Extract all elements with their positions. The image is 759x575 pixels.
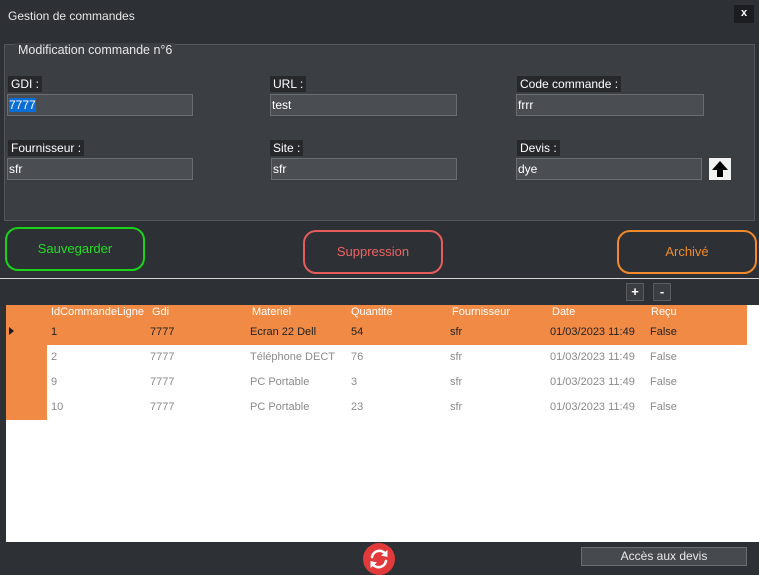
table-cell: 1	[51, 326, 58, 338]
title-bar: Gestion de commandes x	[0, 0, 759, 32]
table-cell: 01/03/2023 11:49	[550, 376, 635, 388]
table-cell: False	[650, 376, 677, 388]
table-cell: 54	[351, 326, 364, 338]
code-commande-label: Code commande :	[517, 76, 622, 92]
table-cell: PC Portable	[250, 401, 310, 413]
site-label: Site :	[270, 140, 304, 156]
table-cell: 01/03/2023 11:49	[550, 326, 635, 338]
fournisseur-label: Fournisseur :	[8, 140, 85, 156]
table-row[interactable]: 2 7777 Téléphone DECT 76 sfr 01/03/2023 …	[47, 345, 747, 370]
table-cell: 7777	[150, 376, 175, 388]
table-cell: 2	[51, 351, 58, 363]
add-row-button[interactable]: +	[626, 283, 644, 301]
upload-devis-button[interactable]	[708, 157, 732, 181]
row-pointer-icon	[9, 327, 14, 335]
table-row[interactable]: 1 7777 Ecran 22 Dell 54 sfr 01/03/2023 1…	[47, 320, 747, 345]
table-cell: False	[650, 326, 677, 338]
table-cell: Ecran 22 Dell	[250, 326, 317, 338]
order-lines-grid[interactable]: IdCommandeLigne Gdi Materiel Quantite Fo…	[6, 305, 759, 542]
column-header[interactable]: Fournisseur	[452, 306, 510, 318]
site-field[interactable]: sfr	[271, 158, 457, 180]
column-header[interactable]: Reçu	[651, 306, 677, 318]
table-cell: sfr	[450, 401, 463, 413]
table-cell: PC Portable	[250, 376, 310, 388]
table-cell: False	[650, 401, 677, 413]
column-header[interactable]: Gdi	[152, 306, 169, 318]
table-cell: 7777	[150, 326, 175, 338]
arrow-up-icon	[712, 161, 728, 177]
url-field[interactable]: test	[270, 94, 457, 116]
gdi-label: GDI :	[8, 76, 43, 92]
table-cell: 01/03/2023 11:49	[550, 351, 635, 363]
code-commande-field[interactable]: frrr	[516, 94, 704, 116]
table-cell: sfr	[450, 326, 463, 338]
grid-header: IdCommandeLigne Gdi Materiel Quantite Fo…	[6, 305, 747, 320]
table-cell: 9	[51, 376, 58, 388]
delete-button[interactable]: Suppression	[303, 230, 443, 274]
refresh-button[interactable]	[363, 543, 395, 575]
table-cell: Téléphone DECT	[250, 351, 335, 363]
close-button[interactable]: x	[734, 5, 754, 23]
column-header[interactable]: Quantite	[351, 306, 393, 318]
group-title: Modification commande n°6	[15, 43, 176, 57]
gdi-field[interactable]: 7777	[7, 94, 193, 116]
table-cell: 76	[351, 351, 364, 363]
table-row[interactable]: 10 7777 PC Portable 23 sfr 01/03/2023 11…	[47, 395, 747, 420]
remove-row-button[interactable]: -	[653, 283, 671, 301]
table-cell: False	[650, 351, 677, 363]
table-cell: sfr	[450, 376, 463, 388]
column-header[interactable]: IdCommandeLigne	[51, 306, 148, 318]
gdi-value: 7777	[9, 98, 36, 112]
table-cell: 7777	[150, 401, 175, 413]
table-cell: 01/03/2023 11:49	[550, 401, 635, 413]
save-button[interactable]: Sauvegarder	[5, 227, 145, 271]
fournisseur-field[interactable]: sfr	[7, 158, 193, 180]
window-title: Gestion de commandes	[8, 9, 135, 23]
url-label: URL :	[270, 76, 307, 92]
refresh-icon	[370, 549, 388, 569]
column-header[interactable]: Materiel	[252, 306, 291, 318]
column-header[interactable]: Date	[552, 306, 575, 318]
separator	[0, 278, 759, 279]
table-cell: 7777	[150, 351, 175, 363]
table-cell: sfr	[450, 351, 463, 363]
order-edit-group: Modification commande n°6	[4, 43, 755, 221]
table-cell: 10	[51, 401, 64, 413]
table-cell: 23	[351, 401, 364, 413]
devis-label: Devis :	[517, 140, 560, 156]
devis-field[interactable]: dye	[516, 158, 702, 180]
table-row[interactable]: 9 7777 PC Portable 3 sfr 01/03/2023 11:4…	[47, 370, 747, 395]
table-cell: 3	[351, 376, 358, 388]
archive-button[interactable]: Archivé	[617, 230, 757, 274]
devis-access-button[interactable]: Accès aux devis	[581, 547, 747, 566]
row-header-column[interactable]	[6, 320, 47, 420]
